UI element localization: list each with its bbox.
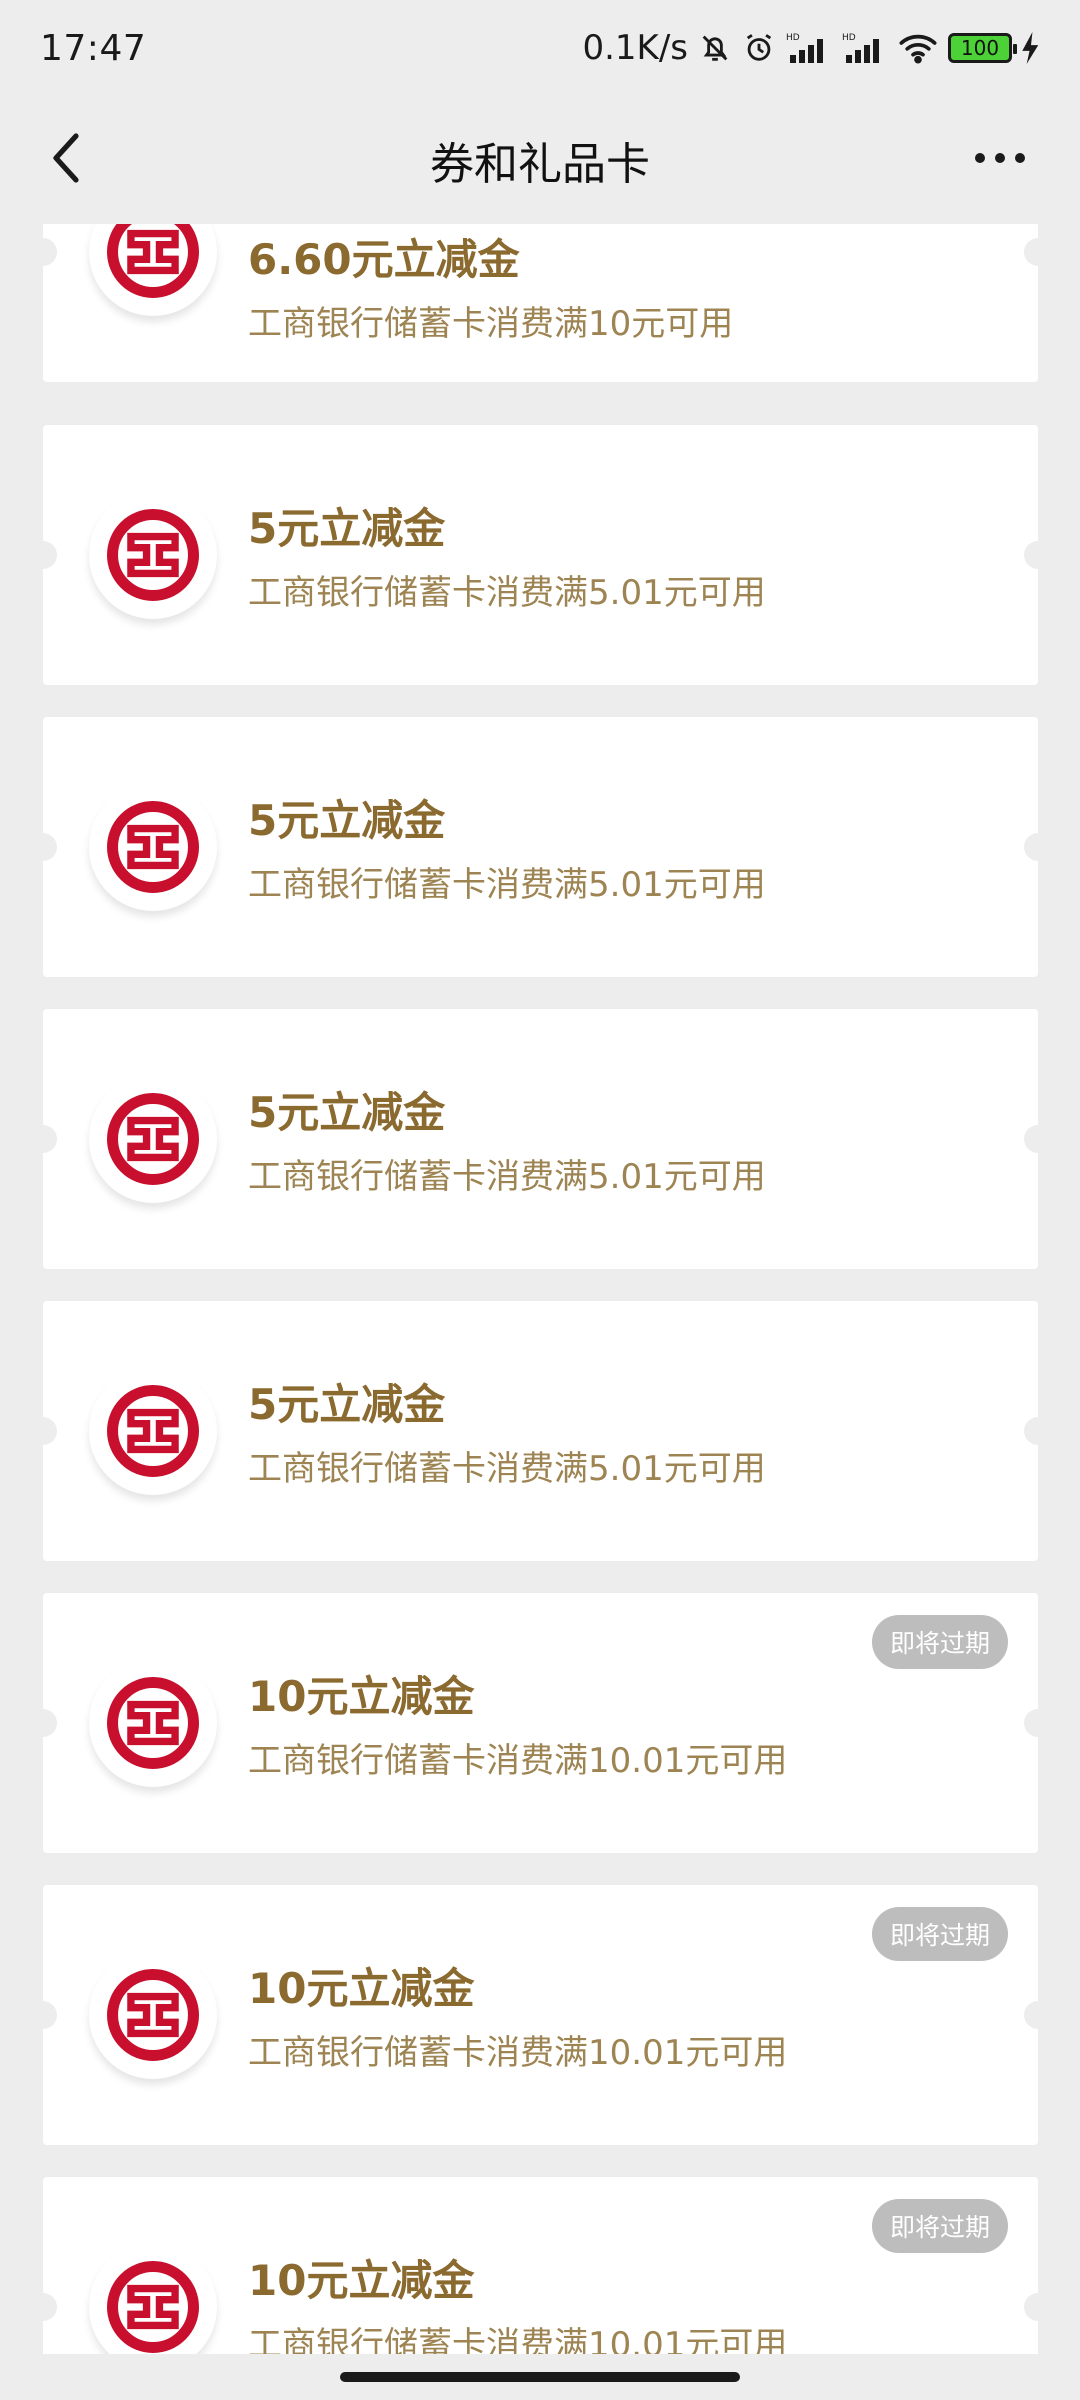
- coupon-list[interactable]: 6.60元立减金 工商银行储蓄卡消费满10元可用 5元立减金 工商银行储蓄卡消费…: [0, 224, 1080, 2354]
- icbc-logo-icon: [89, 1367, 217, 1495]
- coupon-title: 6.60元立减金: [248, 235, 520, 284]
- coupon-desc: 工商银行储蓄卡消费满5.01元可用: [248, 1449, 766, 1489]
- network-speed: 0.1K/s: [582, 28, 688, 68]
- coupon-title: 5元立减金: [248, 796, 446, 845]
- coupon-desc: 工商银行储蓄卡消费满5.01元可用: [248, 1157, 766, 1197]
- coupon-desc: 工商银行储蓄卡消费满10元可用: [248, 304, 734, 344]
- nav-header: 券和礼品卡: [0, 96, 1080, 224]
- expiring-soon-badge: 即将过期: [872, 1615, 1008, 1669]
- coupon-desc: 工商银行储蓄卡消费满10.01元可用: [248, 2033, 788, 2073]
- coupon-desc: 工商银行储蓄卡消费满10.01元可用: [248, 2325, 788, 2354]
- more-button[interactable]: [960, 126, 1040, 190]
- back-button[interactable]: [36, 126, 100, 190]
- page-title: 券和礼品卡: [430, 139, 650, 190]
- coupon-card[interactable]: 5元立减金 工商银行储蓄卡消费满5.01元可用: [29, 425, 1052, 685]
- icbc-logo-icon: [89, 1075, 217, 1203]
- home-indicator[interactable]: [340, 2372, 740, 2382]
- icbc-logo-icon: [89, 491, 217, 619]
- coupon-title: 5元立减金: [248, 504, 446, 553]
- expiring-soon-badge: 即将过期: [872, 2199, 1008, 2253]
- more-dots-icon: [975, 153, 1025, 163]
- icbc-logo-icon: [89, 224, 217, 316]
- svg-text:HD: HD: [786, 33, 800, 43]
- coupon-card[interactable]: 即将过期 10元立减金 工商银行储蓄卡消费满10.01元可用: [29, 2177, 1052, 2354]
- svg-text:HD: HD: [842, 33, 856, 43]
- icbc-logo-icon: [89, 783, 217, 911]
- coupon-card[interactable]: 5元立减金 工商银行储蓄卡消费满5.01元可用: [29, 1009, 1052, 1269]
- coupon-title: 5元立减金: [248, 1380, 446, 1429]
- coupon-card[interactable]: 5元立减金 工商银行储蓄卡消费满5.01元可用: [29, 717, 1052, 977]
- alarm-icon: [742, 31, 776, 65]
- coupon-card[interactable]: 即将过期 10元立减金 工商银行储蓄卡消费满10.01元可用: [29, 1885, 1052, 2145]
- icbc-logo-icon: [89, 1951, 217, 2079]
- coupon-title: 10元立减金: [248, 1672, 475, 1721]
- coupon-desc: 工商银行储蓄卡消费满5.01元可用: [248, 573, 766, 613]
- status-bar: 17:47 0.1K/s HD HD 100: [0, 0, 1080, 96]
- coupon-desc: 工商银行储蓄卡消费满5.01元可用: [248, 865, 766, 905]
- icbc-logo-icon: [89, 1659, 217, 1787]
- icbc-logo-icon: [89, 2243, 217, 2354]
- wifi-icon: [898, 31, 938, 65]
- coupon-title: 10元立减金: [248, 2256, 475, 2305]
- chevron-left-icon: [53, 133, 79, 183]
- hd-signal-icon: HD: [786, 31, 832, 65]
- coupon-card[interactable]: 6.60元立减金 工商银行储蓄卡消费满10元可用: [29, 224, 1052, 382]
- coupon-card[interactable]: 5元立减金 工商银行储蓄卡消费满5.01元可用: [29, 1301, 1052, 1561]
- battery-icon: 100: [948, 33, 1017, 63]
- coupon-card[interactable]: 即将过期 10元立减金 工商银行储蓄卡消费满10.01元可用: [29, 1593, 1052, 1853]
- status-icons: 0.1K/s HD HD 100: [582, 28, 1040, 68]
- mute-bell-icon: [698, 31, 732, 65]
- charging-icon: [1022, 32, 1040, 64]
- coupon-desc: 工商银行储蓄卡消费满10.01元可用: [248, 1741, 788, 1781]
- coupon-title: 10元立减金: [248, 1964, 475, 2013]
- status-time: 17:47: [40, 27, 147, 69]
- expiring-soon-badge: 即将过期: [872, 1907, 1008, 1961]
- coupon-title: 5元立减金: [248, 1088, 446, 1137]
- hd-signal-icon: HD: [842, 31, 888, 65]
